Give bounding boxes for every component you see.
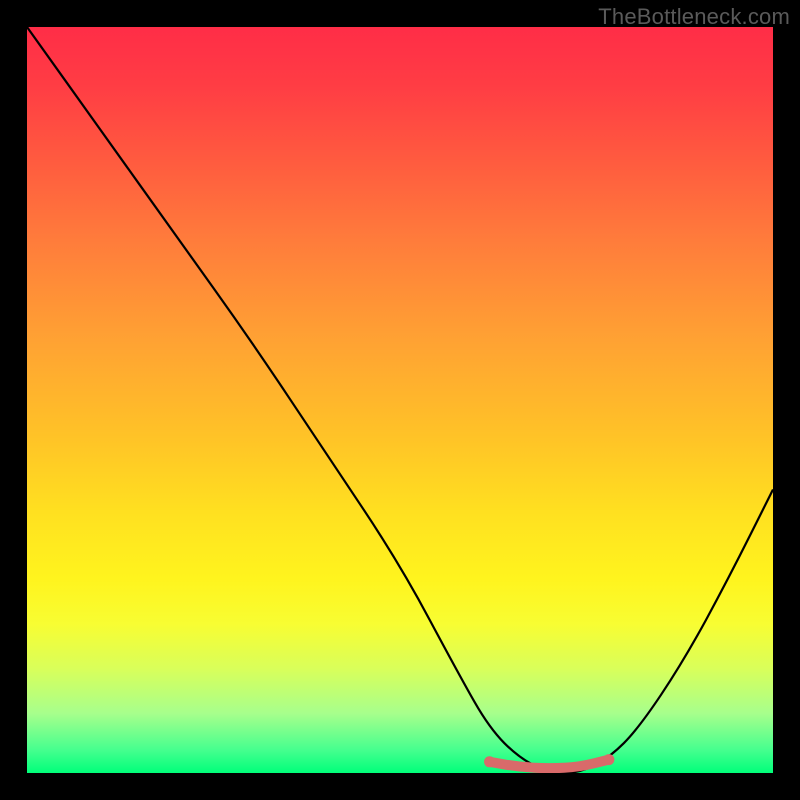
optimal-start-dot	[484, 756, 495, 767]
bottleneck-curve-path	[27, 27, 773, 773]
optimal-band-path	[490, 760, 609, 769]
optimal-end-dot	[603, 754, 614, 765]
curve-layer	[27, 27, 773, 773]
plot-area	[27, 27, 773, 773]
chart-root: TheBottleneck.com	[0, 0, 800, 800]
watermark-text: TheBottleneck.com	[598, 4, 790, 30]
